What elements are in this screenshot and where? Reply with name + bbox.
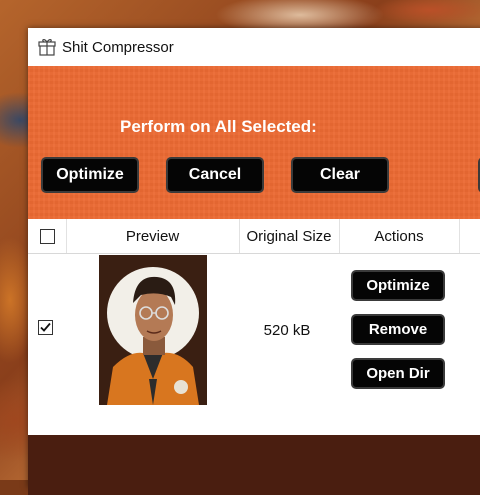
footer-band — [28, 435, 480, 495]
column-header-actions[interactable]: Actions — [339, 219, 459, 253]
optimize-all-button[interactable]: Optimize — [41, 157, 139, 193]
title-bar[interactable]: Shit Compressor — [28, 28, 480, 66]
select-all-cell — [28, 219, 66, 253]
table-header: Preview Original Size Actions — [28, 219, 480, 254]
optimize-button[interactable]: Optimize — [351, 270, 445, 301]
column-header-original-size[interactable]: Original Size — [239, 219, 339, 253]
row-checkbox[interactable] — [38, 320, 53, 335]
open-dir-button[interactable]: Open Dir — [351, 358, 445, 389]
clear-all-button[interactable]: Clear — [291, 157, 389, 193]
remove-button[interactable]: Remove — [351, 314, 445, 345]
window-title: Shit Compressor — [62, 38, 174, 56]
column-header-preview[interactable]: Preview — [66, 219, 239, 253]
checkmark-icon — [40, 322, 51, 332]
gift-box-icon — [38, 39, 56, 56]
select-all-checkbox[interactable] — [39, 228, 55, 244]
bulk-action-bar: Perform on All Selected: Optimize Cancel… — [28, 66, 480, 219]
bulk-action-label: Perform on All Selected: — [120, 117, 317, 136]
original-size-value: 520 kB — [263, 322, 311, 339]
column-divider — [459, 219, 460, 253]
cancel-all-button[interactable]: Cancel — [166, 157, 264, 193]
preview-thumbnail[interactable] — [99, 255, 207, 405]
app-window: Shit Compressor Perform on All Selected:… — [28, 28, 480, 495]
